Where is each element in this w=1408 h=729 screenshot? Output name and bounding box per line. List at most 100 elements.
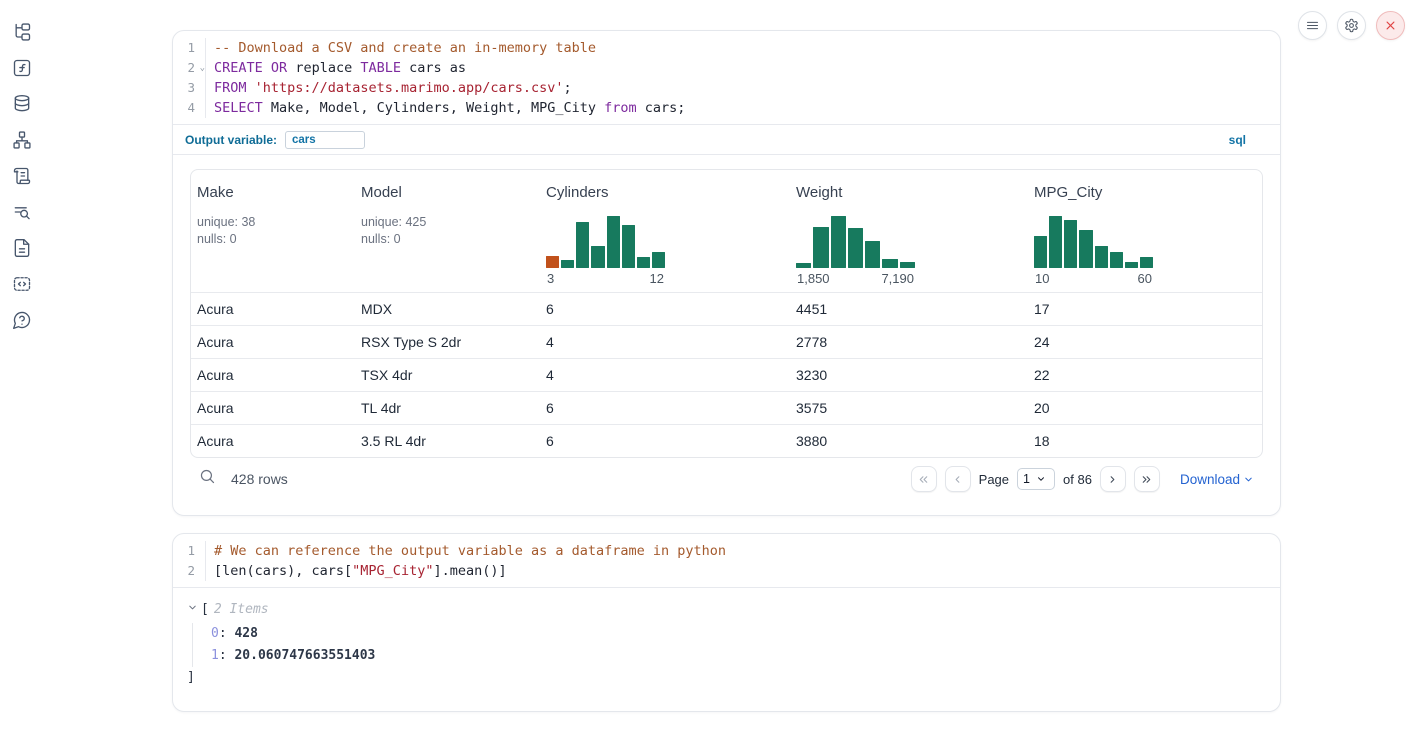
axis-min-label: 3 bbox=[547, 271, 554, 286]
tree-close-bracket: ] bbox=[187, 669, 1266, 687]
document-icon[interactable] bbox=[12, 237, 33, 258]
column-header[interactable]: MPG_City1060 bbox=[1028, 170, 1262, 292]
histogram-bar[interactable] bbox=[848, 228, 863, 268]
histogram-bar[interactable] bbox=[1110, 252, 1123, 268]
table-row[interactable]: AcuraTSX 4dr4323022 bbox=[191, 358, 1262, 391]
logs-search-icon[interactable] bbox=[12, 201, 33, 222]
output-variable-input[interactable] bbox=[285, 131, 365, 149]
search-icon[interactable] bbox=[199, 468, 216, 490]
table-cell: MDX bbox=[355, 301, 540, 317]
table-row[interactable]: AcuraRSX Type S 2dr4277824 bbox=[191, 325, 1262, 358]
histogram-bar[interactable] bbox=[591, 246, 604, 268]
shutdown-button[interactable] bbox=[1376, 11, 1405, 40]
file-tree-icon[interactable] bbox=[12, 21, 33, 42]
column-stats: unique: 425nulls: 0 bbox=[361, 214, 535, 247]
histogram-bar[interactable] bbox=[1079, 230, 1092, 268]
column-header[interactable]: Modelunique: 425nulls: 0 bbox=[355, 170, 540, 292]
histogram-bar[interactable] bbox=[865, 241, 880, 268]
page-select-value: 1 bbox=[1023, 472, 1030, 486]
histogram-bar[interactable] bbox=[561, 260, 574, 268]
histogram-bar[interactable] bbox=[831, 216, 846, 268]
histogram-bar[interactable] bbox=[576, 222, 589, 268]
code-line[interactable]: 2⌄CREATE OR replace TABLE cars as bbox=[173, 58, 1280, 78]
sitemap-icon[interactable] bbox=[12, 129, 33, 150]
python-code-editor[interactable]: 1# We can reference the output variable … bbox=[173, 534, 1280, 587]
fold-chevron-icon[interactable]: ⌄ bbox=[200, 58, 205, 78]
column-header[interactable]: Weight 1,8507,190 bbox=[790, 170, 1028, 292]
last-page-button[interactable] bbox=[1134, 466, 1160, 492]
code-line[interactable]: 1# We can reference the output variable … bbox=[173, 541, 1280, 561]
histogram-bar[interactable] bbox=[1049, 216, 1062, 268]
histogram-bar[interactable] bbox=[796, 263, 811, 268]
page-select[interactable]: 1 bbox=[1017, 468, 1055, 490]
table-cell: 3880 bbox=[790, 433, 1028, 449]
tree-entry-colon: : bbox=[219, 648, 235, 663]
column-stats: unique: 38nulls: 0 bbox=[197, 214, 350, 247]
token: replace bbox=[287, 60, 360, 76]
data-table: Makeunique: 38nulls: 0Modelunique: 425nu… bbox=[190, 169, 1263, 458]
histogram-bar[interactable] bbox=[1095, 246, 1108, 268]
histogram-bar[interactable] bbox=[1125, 262, 1138, 268]
tree-items-count: 2 Items bbox=[214, 601, 269, 619]
output-variable-label: Output variable: bbox=[185, 133, 277, 147]
next-page-button[interactable] bbox=[1100, 466, 1126, 492]
table-cell: RSX Type S 2dr bbox=[355, 334, 540, 350]
code-text: FROM 'https://datasets.marimo.app/cars.c… bbox=[206, 78, 572, 98]
sql-code-editor[interactable]: 1 -- Download a CSV and create an in-memo… bbox=[173, 31, 1280, 124]
histogram-bar[interactable] bbox=[637, 257, 650, 268]
tree-entry-key: 1 bbox=[211, 648, 219, 663]
line-number: 1 bbox=[173, 38, 206, 58]
histogram-bar[interactable] bbox=[882, 259, 897, 268]
page-total-label: of 86 bbox=[1063, 472, 1092, 487]
axis-max-label: 12 bbox=[650, 271, 664, 286]
sidebar bbox=[0, 0, 44, 729]
table-row[interactable]: AcuraMDX6445117 bbox=[191, 292, 1262, 325]
histogram-bar[interactable] bbox=[1034, 236, 1047, 268]
token: OR bbox=[271, 60, 287, 76]
table-cell: TL 4dr bbox=[355, 400, 540, 416]
pagination: Page 1 of 86 Download bbox=[911, 466, 1254, 492]
token: ].mean()] bbox=[433, 563, 506, 579]
histogram-bar[interactable] bbox=[607, 216, 620, 268]
settings-button[interactable] bbox=[1337, 11, 1366, 40]
histogram-bar[interactable] bbox=[546, 256, 559, 268]
snippets-icon[interactable] bbox=[12, 273, 33, 294]
histogram-bar[interactable] bbox=[1140, 257, 1153, 268]
table-row[interactable]: AcuraTL 4dr6357520 bbox=[191, 391, 1262, 424]
token: from bbox=[604, 100, 637, 116]
histogram-bar[interactable] bbox=[900, 262, 915, 268]
token: ; bbox=[564, 80, 572, 96]
token: -- Download a CSV and create an in-memor… bbox=[214, 40, 596, 56]
column-header[interactable]: Cylinders312 bbox=[540, 170, 790, 292]
menu-icon bbox=[1305, 18, 1320, 33]
histogram-bar[interactable] bbox=[813, 227, 828, 268]
code-text: CREATE OR replace TABLE cars as bbox=[206, 58, 466, 78]
code-line[interactable]: 4SELECT Make, Model, Cylinders, Weight, … bbox=[173, 98, 1280, 118]
table-row[interactable]: Acura3.5 RL 4dr6388018 bbox=[191, 424, 1262, 457]
menu-button[interactable] bbox=[1298, 11, 1327, 40]
code-line[interactable]: 2[len(cars), cars["MPG_City"].mean()] bbox=[173, 561, 1280, 581]
table-cell: 3575 bbox=[790, 400, 1028, 416]
scroll-icon[interactable] bbox=[12, 165, 33, 186]
table-cell: 6 bbox=[540, 301, 790, 317]
code-line[interactable]: 1 -- Download a CSV and create an in-memo… bbox=[173, 38, 1280, 58]
help-icon[interactable] bbox=[12, 309, 33, 330]
tree-entries: 0: 4281: 20.060747663551403 bbox=[192, 623, 1266, 667]
previous-page-button[interactable] bbox=[945, 466, 971, 492]
histogram-bar[interactable] bbox=[622, 225, 635, 268]
database-icon[interactable] bbox=[12, 93, 33, 114]
row-count: 428 rows bbox=[231, 471, 288, 487]
topbar bbox=[1298, 11, 1405, 40]
code-line[interactable]: 3FROM 'https://datasets.marimo.app/cars.… bbox=[173, 78, 1280, 98]
first-page-button[interactable] bbox=[911, 466, 937, 492]
histogram-axis-labels: 1,8507,190 bbox=[796, 271, 915, 286]
download-button[interactable]: Download bbox=[1180, 472, 1254, 487]
column-header[interactable]: Makeunique: 38nulls: 0 bbox=[191, 170, 355, 292]
collapse-chevron-icon[interactable] bbox=[187, 601, 201, 619]
column-title: Weight bbox=[796, 184, 1023, 201]
function-icon[interactable] bbox=[12, 57, 33, 78]
histogram-bar[interactable] bbox=[652, 252, 665, 268]
histogram-bar[interactable] bbox=[1064, 220, 1077, 268]
table-footer: 428 rows Page 1 of 86 Download bbox=[173, 458, 1280, 498]
table-cell: 18 bbox=[1028, 433, 1262, 449]
